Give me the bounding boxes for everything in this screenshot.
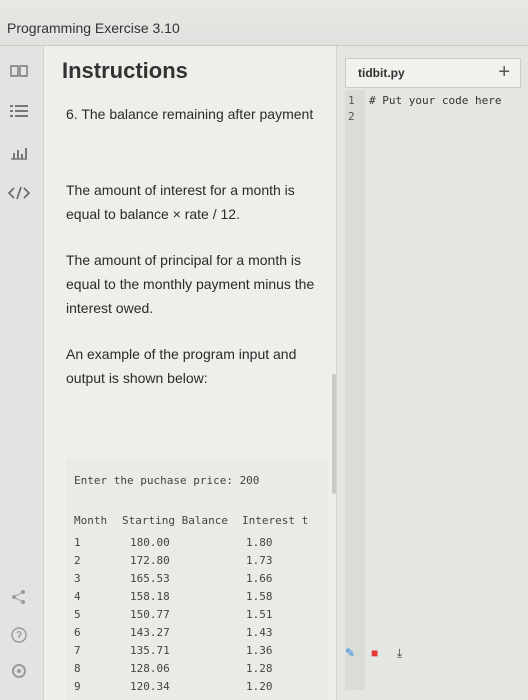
- code-line: # Put your code here: [369, 94, 502, 107]
- example-header-interest: Interest t: [242, 514, 309, 527]
- example-header-month: Month: [74, 514, 108, 527]
- example-balance: 180.00: [130, 536, 170, 549]
- pencil-icon[interactable]: ✎: [345, 646, 355, 660]
- instructions-panel: Instructions 6. The balance remaining af…: [44, 46, 336, 700]
- example-month: 8: [74, 662, 81, 675]
- code-area[interactable]: # Put your code here: [365, 90, 521, 690]
- add-tab-button[interactable]: +: [498, 61, 510, 84]
- trash-icon[interactable]: ■: [371, 646, 378, 660]
- example-interest: 1.36: [246, 644, 273, 657]
- example-balance: 120.34: [130, 680, 170, 693]
- example-interest: 1.58: [246, 590, 273, 603]
- example-month: 4: [74, 590, 81, 603]
- help-icon[interactable]: [8, 624, 30, 646]
- instructions-header: Instructions: [44, 46, 336, 94]
- example-balance: 128.06: [130, 662, 170, 675]
- example-balance: 135.71: [130, 644, 170, 657]
- example-month: 6: [74, 626, 81, 639]
- example-interest: 1.20: [246, 680, 273, 693]
- instruction-para-principal: The amount of principal for a month is e…: [66, 252, 315, 316]
- book-icon[interactable]: [8, 60, 30, 82]
- example-interest: 1.51: [246, 608, 273, 621]
- share-icon[interactable]: [8, 586, 30, 608]
- download-icon[interactable]: ⤓: [397, 646, 402, 661]
- line-number: 1: [348, 94, 355, 107]
- example-balance: 143.27: [130, 626, 170, 639]
- chart-icon[interactable]: [8, 142, 30, 164]
- example-month: 5: [74, 608, 81, 621]
- example-interest: 1.43: [246, 626, 273, 639]
- instruction-para-interest: The amount of interest for a month is eq…: [66, 182, 295, 222]
- instructions-title: Instructions: [62, 58, 188, 83]
- top-bar: Programming Exercise 3.10: [0, 0, 528, 46]
- icon-rail: [0, 46, 44, 700]
- example-interest: 1.28: [246, 662, 273, 675]
- instruction-para-example: An example of the program input and outp…: [66, 346, 297, 386]
- code-icon[interactable]: [8, 182, 30, 204]
- example-header-balance: Starting Balance: [122, 514, 228, 527]
- example-balance: 158.18: [130, 590, 170, 603]
- example-month: 3: [74, 572, 81, 585]
- example-month: 7: [74, 644, 81, 657]
- list-icon[interactable]: [8, 100, 30, 122]
- example-month: 9: [74, 680, 81, 693]
- example-output: Enter the puchase price: 200 Month Start…: [66, 458, 328, 700]
- example-month: 1: [74, 536, 81, 549]
- line-gutter: 1 2: [345, 90, 365, 690]
- editor-toolbar: ✎ ■ ⤓: [345, 646, 425, 666]
- code-editor: tidbit.py + 1 2 # Put your code here ✎ ■…: [336, 46, 528, 700]
- settings-icon[interactable]: [8, 660, 30, 682]
- example-balance: 150.77: [130, 608, 170, 621]
- example-interest: 1.80: [246, 536, 273, 549]
- instruction-heading: 6. The balance remaining after payment: [66, 106, 314, 122]
- line-number: 2: [348, 110, 355, 123]
- app-title: Programming Exercise 3.10: [7, 20, 180, 36]
- example-interest: 1.73: [246, 554, 273, 567]
- example-balance: 165.53: [130, 572, 170, 585]
- example-prompt: Enter the puchase price: 200: [74, 474, 260, 487]
- example-month: 2: [74, 554, 81, 567]
- example-balance: 172.80: [130, 554, 170, 567]
- file-tab-label: tidbit.py: [358, 66, 405, 80]
- example-interest: 1.66: [246, 572, 273, 585]
- instructions-content: 6. The balance remaining after payment T…: [44, 94, 336, 700]
- file-tab[interactable]: tidbit.py +: [345, 58, 521, 88]
